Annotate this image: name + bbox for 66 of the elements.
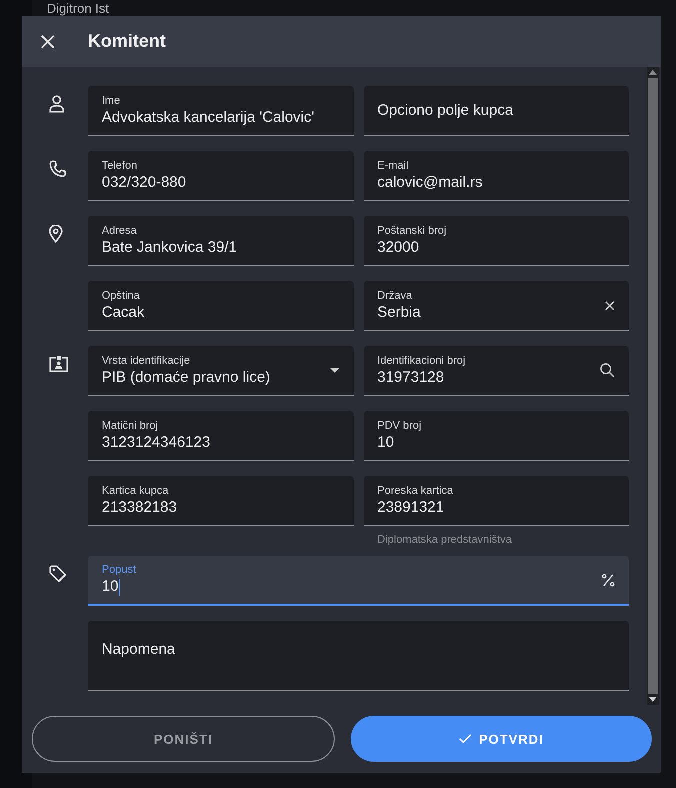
field-label: Država xyxy=(378,288,414,302)
input-field[interactable]: E-mail calovic@mail.rs xyxy=(364,151,629,201)
field-value: 213382183 xyxy=(102,498,178,518)
field-value: Advokatska kancelarija 'Calovic' xyxy=(102,108,316,128)
field-label: E-mail xyxy=(378,158,410,172)
id-badge-icon xyxy=(49,355,69,373)
tag-icon xyxy=(49,565,67,583)
input-field[interactable]: Država Serbia xyxy=(364,281,629,331)
search-icon[interactable] xyxy=(600,363,615,378)
field-label: Poreska kartica xyxy=(378,484,454,498)
select-field[interactable]: Vrsta identifikacije PIB (domaće pravno lice) xyxy=(88,346,354,396)
field-value: 032/320-880 xyxy=(102,172,188,192)
percent-icon xyxy=(602,574,615,586)
input-field[interactable]: Poreska kartica 23891321 xyxy=(364,476,629,526)
app-title: Digitron Ist xyxy=(47,1,110,16)
field-label: Poštanski broj xyxy=(378,224,448,238)
input-field[interactable]: Opciono polje kupca xyxy=(364,86,629,136)
scrollbar[interactable] xyxy=(647,67,659,705)
field-value: 23891321 xyxy=(378,498,446,518)
close-icon xyxy=(41,34,55,48)
field-placeholder: Napomena xyxy=(102,640,176,660)
input-field[interactable]: Telefon 032/320-880 xyxy=(88,151,354,201)
field-value: calovic@mail.rs xyxy=(378,172,484,192)
scroll-up-icon[interactable] xyxy=(649,70,657,75)
person-icon xyxy=(49,95,65,113)
close-button[interactable] xyxy=(41,34,55,48)
field-label: Kartica kupca xyxy=(102,484,170,498)
field-value: 10 xyxy=(378,432,396,452)
field-value: Cacak xyxy=(102,302,146,322)
field-label: Popust xyxy=(102,563,138,577)
phone-icon xyxy=(49,160,67,178)
field-label: Opština xyxy=(102,288,141,302)
field-label: Identifikacioni broj xyxy=(378,354,467,368)
scroll-down-icon[interactable] xyxy=(649,697,657,702)
location-pin-icon xyxy=(49,225,63,243)
dropdown-caret-icon xyxy=(330,368,340,374)
helper-text: Diplomatska predstavništva xyxy=(376,533,514,547)
input-field[interactable]: Poštanski broj 32000 xyxy=(364,216,629,266)
field-value: PIB (domaće pravno lice) xyxy=(102,368,272,388)
field-value: 3123124346123 xyxy=(102,432,212,452)
check-icon xyxy=(459,734,472,744)
dialog-title: Komitent xyxy=(88,31,166,52)
input-field[interactable]: Popust 10 xyxy=(88,556,629,606)
field-label: PDV broj xyxy=(378,418,423,432)
input-field[interactable]: Kartica kupca 213382183 xyxy=(88,476,354,526)
input-field[interactable]: Opština Cacak xyxy=(88,281,354,331)
input-field[interactable]: Adresa Bate Jankovica 39/1 xyxy=(88,216,354,266)
field-label: Vrsta identifikacije xyxy=(102,354,192,368)
clear-icon[interactable] xyxy=(605,300,615,310)
field-label: Ime xyxy=(102,94,122,108)
field-label: Telefon xyxy=(102,158,138,172)
cancel-button[interactable]: PONIŠTI xyxy=(32,716,335,762)
field-value: 31973128 xyxy=(378,368,446,388)
field-label: Matični broj xyxy=(102,418,160,432)
input-field[interactable]: PDV broj 10 xyxy=(364,411,629,461)
field-value: Serbia xyxy=(378,302,422,322)
field-label: Adresa xyxy=(102,224,138,238)
input-field[interactable]: Matični broj 3123124346123 xyxy=(88,411,354,461)
input-field[interactable]: Ime Advokatska kancelarija 'Calovic' xyxy=(88,86,354,136)
scrollbar-thumb[interactable] xyxy=(648,78,658,694)
input-field[interactable]: Identifikacioni broj 31973128 xyxy=(364,346,629,396)
field-placeholder: Opciono polje kupca xyxy=(378,100,514,120)
textarea-field[interactable]: Napomena xyxy=(88,621,629,691)
field-value: 32000 xyxy=(378,238,420,258)
field-value: 10 xyxy=(102,577,121,597)
field-value: Bate Jankovica 39/1 xyxy=(102,238,238,258)
